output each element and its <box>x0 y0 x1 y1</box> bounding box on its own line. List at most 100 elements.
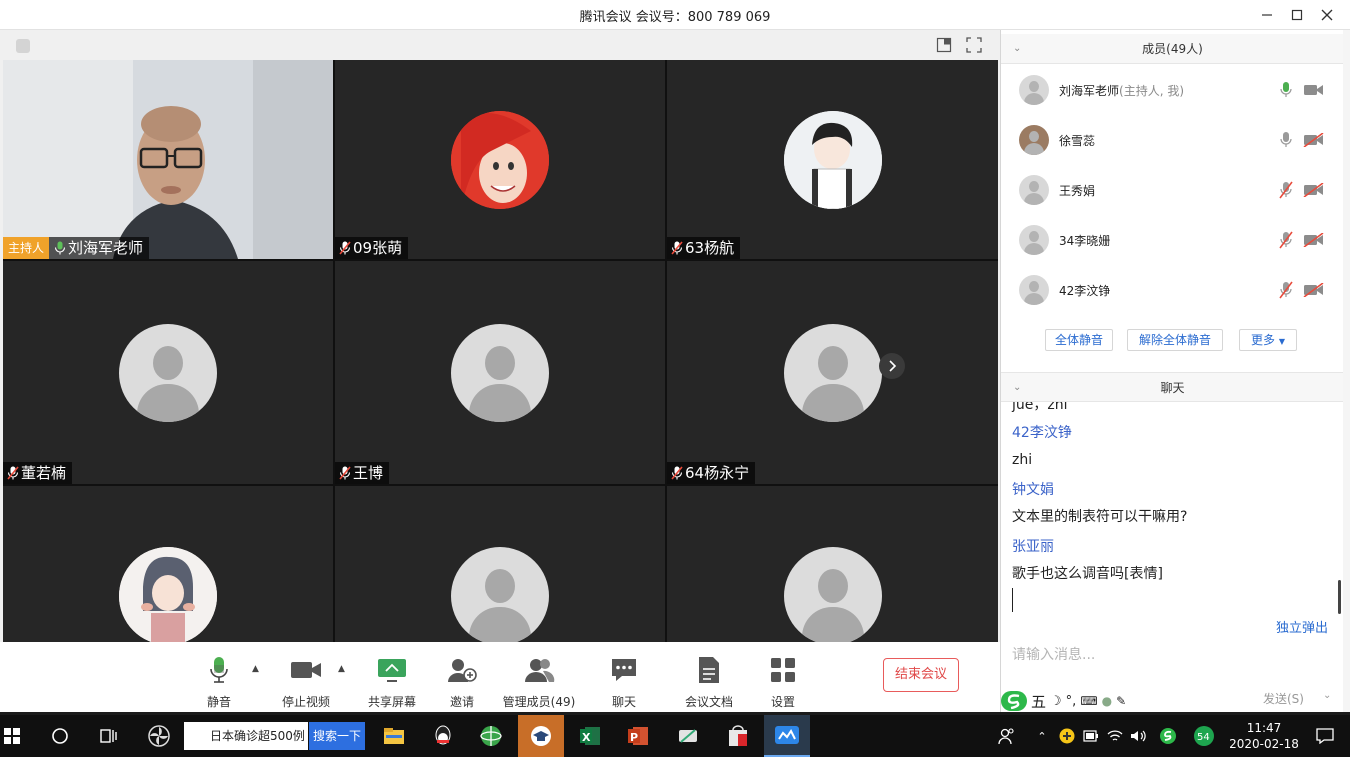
chat-input[interactable] <box>1001 635 1344 675</box>
video-tile-host[interactable]: 主持人 刘海军老师 <box>3 60 333 259</box>
member-name-text: 王秀娟 <box>1059 184 1096 198</box>
mic-muted-icon[interactable] <box>1279 281 1293 299</box>
taskbar-search-box[interactable]: 日本确诊超500例 <box>184 722 308 750</box>
stop-video-button[interactable]: 停止视频 <box>266 656 346 710</box>
mic-icon[interactable] <box>1279 81 1293 99</box>
video-tile[interactable] <box>667 486 998 642</box>
taskbar-app-pinwheel[interactable] <box>144 715 174 757</box>
security-shield-icon[interactable] <box>16 39 30 53</box>
video-tile[interactable]: 董若楠 <box>3 261 333 484</box>
chevron-down-icon[interactable]: ⌄ <box>1013 34 1021 64</box>
share-screen-icon <box>378 659 406 682</box>
share-screen-button[interactable]: 共享屏幕 <box>352 656 432 710</box>
mute-all-button[interactable]: 全体静音 <box>1045 329 1113 351</box>
manage-members-button[interactable]: 管理成员(49) <box>499 656 579 710</box>
sogou-ime-icon <box>1160 728 1176 744</box>
tray-volume-icon[interactable] <box>1128 715 1150 757</box>
member-row[interactable]: 34李晓姗 <box>1001 215 1344 265</box>
windows-icon <box>4 728 20 744</box>
mute-button[interactable]: 静音 <box>179 656 259 710</box>
camera-off-icon[interactable] <box>1303 232 1325 248</box>
meeting-docs-button[interactable]: 会议文档 <box>669 656 749 710</box>
video-tile[interactable] <box>335 486 665 642</box>
settings-button[interactable]: 设置 <box>743 656 823 710</box>
anime-girl-avatar-image <box>119 547 217 642</box>
people-button[interactable] <box>994 715 1020 757</box>
member-row[interactable]: 徐雪蕊 <box>1001 115 1344 165</box>
layout-button[interactable] <box>936 37 954 53</box>
mic-muted-icon[interactable] <box>1279 181 1293 199</box>
tray-wifi-icon[interactable] <box>1104 715 1126 757</box>
start-button[interactable] <box>0 715 24 757</box>
tile-name: 董若楠 <box>21 464 67 482</box>
chat-panel-header[interactable]: ⌄ 聊天 <box>1001 372 1344 402</box>
member-name: 42李汶铮 <box>1059 282 1110 299</box>
tray-expand-button[interactable]: ⌃ <box>1032 715 1052 757</box>
tray-plus-icon[interactable] <box>1056 715 1078 757</box>
mic-muted-icon <box>671 466 683 480</box>
maximize-icon <box>1291 9 1303 21</box>
ime-toolbar[interactable]: 五 ☽ °, ⌨ ● ✎ <box>1001 690 1126 712</box>
taskbar-app-powerpoint[interactable]: P <box>622 715 654 757</box>
member-row[interactable]: 王秀娟 <box>1001 165 1344 215</box>
qq-penguin-icon <box>435 725 451 745</box>
window-title: 腾讯会议 会议号：800 789 069 <box>579 10 771 25</box>
taskbar-clock[interactable]: 11:47 2020-02-18 <box>1224 720 1304 752</box>
popout-link[interactable]: 独立弹出 <box>1276 617 1328 636</box>
end-meeting-button[interactable]: 结束会议 <box>883 658 959 692</box>
fullscreen-button[interactable] <box>966 37 984 53</box>
action-center-button[interactable] <box>1312 715 1338 757</box>
chat-button[interactable]: 聊天 <box>584 656 664 710</box>
volume-icon <box>1131 730 1146 742</box>
video-tile[interactable]: 王博 <box>335 261 665 484</box>
camera-off-icon[interactable] <box>1303 182 1325 198</box>
camera-icon[interactable] <box>1303 83 1325 97</box>
taskbar-search-button[interactable]: 搜索一下 <box>309 722 365 750</box>
mic-muted-icon <box>7 466 19 480</box>
layout-icon <box>936 37 952 53</box>
taskbar-app-tencent-meeting[interactable] <box>764 715 810 757</box>
taskbar-app-store[interactable] <box>722 715 754 757</box>
cortana-button[interactable] <box>48 715 72 757</box>
unmute-all-button[interactable]: 解除全体静音 <box>1127 329 1223 351</box>
tile-name-bar: 09张萌 <box>335 237 409 259</box>
video-tile[interactable] <box>3 486 333 642</box>
side-panel: ⌄ 成员(49人) 刘海军老师(主持人, 我) 徐雪蕊 王秀娟 34李晓姗 42李汶铮 … <box>1000 30 1344 712</box>
taskbar-app-qq[interactable] <box>428 715 458 757</box>
members-panel-header[interactable]: ⌄ 成员(49人) <box>1001 34 1344 64</box>
taskbar-app-excel[interactable]: X <box>574 715 606 757</box>
tile-name-bar: 64杨永宁 <box>667 462 756 484</box>
member-row[interactable]: 42李汶铮 <box>1001 265 1344 315</box>
mic-icon[interactable] <box>1279 131 1293 149</box>
taskbar-app-classroom[interactable] <box>518 715 564 757</box>
video-area: 主持人 刘海军老师 09张萌 63杨航 董若楠 王博 64杨永宁 <box>0 30 1000 642</box>
taskbar-app-browser[interactable] <box>476 715 506 757</box>
taskbar-app-tool[interactable] <box>672 715 704 757</box>
video-tile[interactable]: 09张萌 <box>335 60 665 259</box>
tray-ime-icon[interactable] <box>1156 715 1180 757</box>
add-user-icon <box>448 659 477 682</box>
maximize-button[interactable] <box>1286 4 1308 26</box>
chevron-down-icon[interactable]: ⌄ <box>1323 690 1331 701</box>
video-tile[interactable]: 63杨航 <box>667 60 998 259</box>
avatar <box>1019 275 1049 305</box>
send-button[interactable]: 发送(S) <box>1263 690 1304 707</box>
next-page-button[interactable] <box>879 353 905 379</box>
close-button[interactable] <box>1316 4 1338 26</box>
tray-battery-icon[interactable] <box>1080 715 1102 757</box>
video-tile[interactable]: 64杨永宁 <box>667 261 998 484</box>
chat-scrollbar[interactable] <box>1338 580 1341 614</box>
taskbar-app-explorer[interactable] <box>378 715 410 757</box>
invite-button[interactable]: 邀请 <box>422 656 502 710</box>
tray-badge-icon[interactable]: 54 <box>1190 715 1218 757</box>
mic-muted-icon[interactable] <box>1279 231 1293 249</box>
tile-name: 63杨航 <box>685 239 735 257</box>
more-button[interactable]: 更多 ▼ <box>1239 329 1297 351</box>
chevron-down-icon[interactable]: ⌄ <box>1013 373 1021 403</box>
member-row[interactable]: 刘海军老师(主持人, 我) <box>1001 65 1344 115</box>
camera-off-icon[interactable] <box>1303 132 1325 148</box>
task-view-button[interactable] <box>97 715 121 757</box>
minimize-button[interactable] <box>1256 4 1278 26</box>
camera-off-icon[interactable] <box>1303 282 1325 298</box>
chat-messages[interactable]: jue，zhi 42李汶铮 zhi 钟文娟 文本里的制表符可以干嘛用? 张亚丽 歌手也这么调… <box>1001 402 1344 617</box>
